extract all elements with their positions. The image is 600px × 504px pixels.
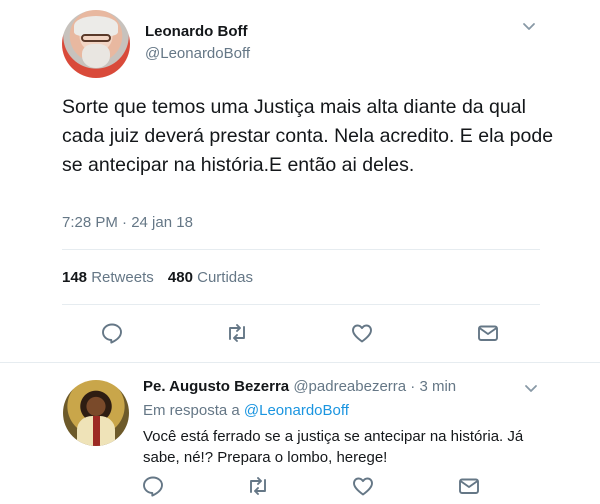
retweet-button[interactable] [224, 320, 250, 346]
reply-icon [143, 476, 163, 497]
reply-button[interactable] [99, 320, 125, 346]
reply-retweet-button[interactable] [245, 473, 271, 499]
retweet-icon [250, 477, 266, 495]
reply-author-avatar[interactable] [63, 380, 129, 446]
reply-message-button[interactable] [456, 473, 482, 499]
divider [0, 362, 600, 363]
like-button[interactable] [349, 320, 375, 346]
reply-icon [102, 323, 122, 344]
reply-author-name[interactable]: Pe. Augusto Bezerra [143, 378, 289, 395]
chevron-down-icon[interactable] [520, 18, 538, 36]
reply-text: Você está ferrado se a justiça se anteci… [143, 428, 524, 466]
retweets-count: 148 [62, 269, 88, 286]
author-handle[interactable]: @LeonardoBoff [145, 45, 250, 62]
heart-icon [353, 477, 373, 496]
envelope-icon [478, 325, 498, 341]
author-avatar[interactable] [62, 10, 130, 78]
envelope-icon [459, 478, 479, 494]
reply-header: Pe. Augusto Bezerra @padreabezerra · 3 m… [143, 378, 456, 395]
reply-like-button[interactable] [350, 473, 376, 499]
likes-stat[interactable]: 480 Curtidas [168, 269, 253, 286]
author-name[interactable]: Leonardo Boff [145, 23, 248, 40]
avatar-glasses [81, 34, 111, 42]
avatar-hair [74, 16, 118, 36]
retweet-icon [229, 324, 245, 342]
likes-label: Curtidas [197, 269, 253, 286]
chevron-down-icon[interactable] [522, 380, 540, 398]
divider [62, 249, 540, 250]
reply-author-handle[interactable]: @padreabezerra [293, 378, 406, 395]
heart-icon [352, 324, 372, 343]
in-reply-prefix: Em resposta a [143, 402, 240, 419]
divider [62, 304, 540, 305]
reply-reply-button[interactable] [140, 473, 166, 499]
retweets-stat[interactable]: 148 Retweets [62, 269, 154, 286]
avatar-beard [82, 44, 110, 68]
avatar-stole [93, 416, 100, 446]
tweet-stats: 148 Retweets 480 Curtidas [62, 269, 253, 286]
in-reply-handle-link[interactable]: @LeonardoBoff [244, 402, 349, 419]
tweet-timestamp[interactable]: 7:28 PM · 24 jan 18 [62, 214, 193, 231]
likes-count: 480 [167, 269, 193, 286]
in-reply-to: Em resposta a @LeonardoBoff [143, 402, 349, 419]
reply-time[interactable]: · 3 min [410, 378, 456, 395]
retweets-label: Retweets [91, 269, 154, 286]
message-button[interactable] [475, 320, 501, 346]
tweet-text: Sorte que temos uma Justiça mais alta di… [62, 96, 554, 176]
